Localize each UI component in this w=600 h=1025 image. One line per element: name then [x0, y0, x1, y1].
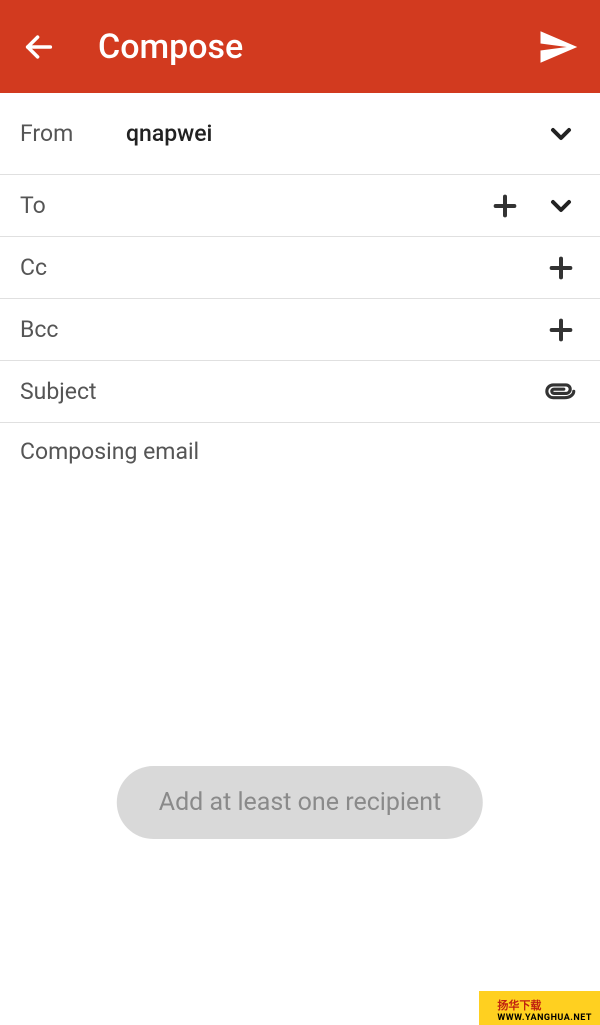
to-add-button[interactable]	[486, 187, 524, 225]
page-title: Compose	[98, 27, 536, 67]
back-arrow-icon	[22, 30, 56, 64]
bcc-add-button[interactable]	[542, 311, 580, 349]
subject-row[interactable]: Subject	[0, 361, 600, 423]
from-dropdown-button[interactable]	[542, 115, 580, 153]
chevron-down-icon	[545, 118, 577, 150]
send-icon	[537, 26, 579, 68]
to-dropdown-button[interactable]	[542, 187, 580, 225]
from-actions	[542, 115, 580, 153]
plus-icon	[545, 314, 577, 346]
chevron-down-icon	[545, 190, 577, 222]
email-body-input[interactable]: Composing email	[0, 423, 600, 480]
to-row[interactable]: To	[0, 175, 600, 237]
watermark-line1: 扬华下载	[497, 997, 592, 1013]
compose-header: Compose	[0, 0, 600, 93]
back-button[interactable]	[20, 28, 58, 66]
subject-label: Subject	[20, 378, 542, 405]
to-actions	[486, 187, 580, 225]
plus-icon	[545, 252, 577, 284]
watermark-line2: WWW.YANGHUA.NET	[497, 1013, 592, 1023]
from-value: qnapwei	[126, 120, 542, 147]
to-label: To	[20, 192, 486, 219]
cc-label: Cc	[20, 254, 542, 281]
bcc-actions	[542, 311, 580, 349]
from-label: From	[20, 120, 126, 147]
send-button[interactable]	[536, 25, 580, 69]
cc-row[interactable]: Cc	[0, 237, 600, 299]
bcc-row[interactable]: Bcc	[0, 299, 600, 361]
from-row[interactable]: From qnapwei	[0, 93, 600, 175]
watermark: 扬华下载 WWW.YANGHUA.NET	[479, 991, 600, 1025]
plus-icon	[489, 190, 521, 222]
paperclip-icon	[544, 375, 578, 409]
subject-actions	[542, 373, 580, 411]
cc-add-button[interactable]	[542, 249, 580, 287]
attachment-button[interactable]	[542, 373, 580, 411]
toast-message: Add at least one recipient	[117, 766, 483, 839]
cc-actions	[542, 249, 580, 287]
bcc-label: Bcc	[20, 316, 542, 343]
